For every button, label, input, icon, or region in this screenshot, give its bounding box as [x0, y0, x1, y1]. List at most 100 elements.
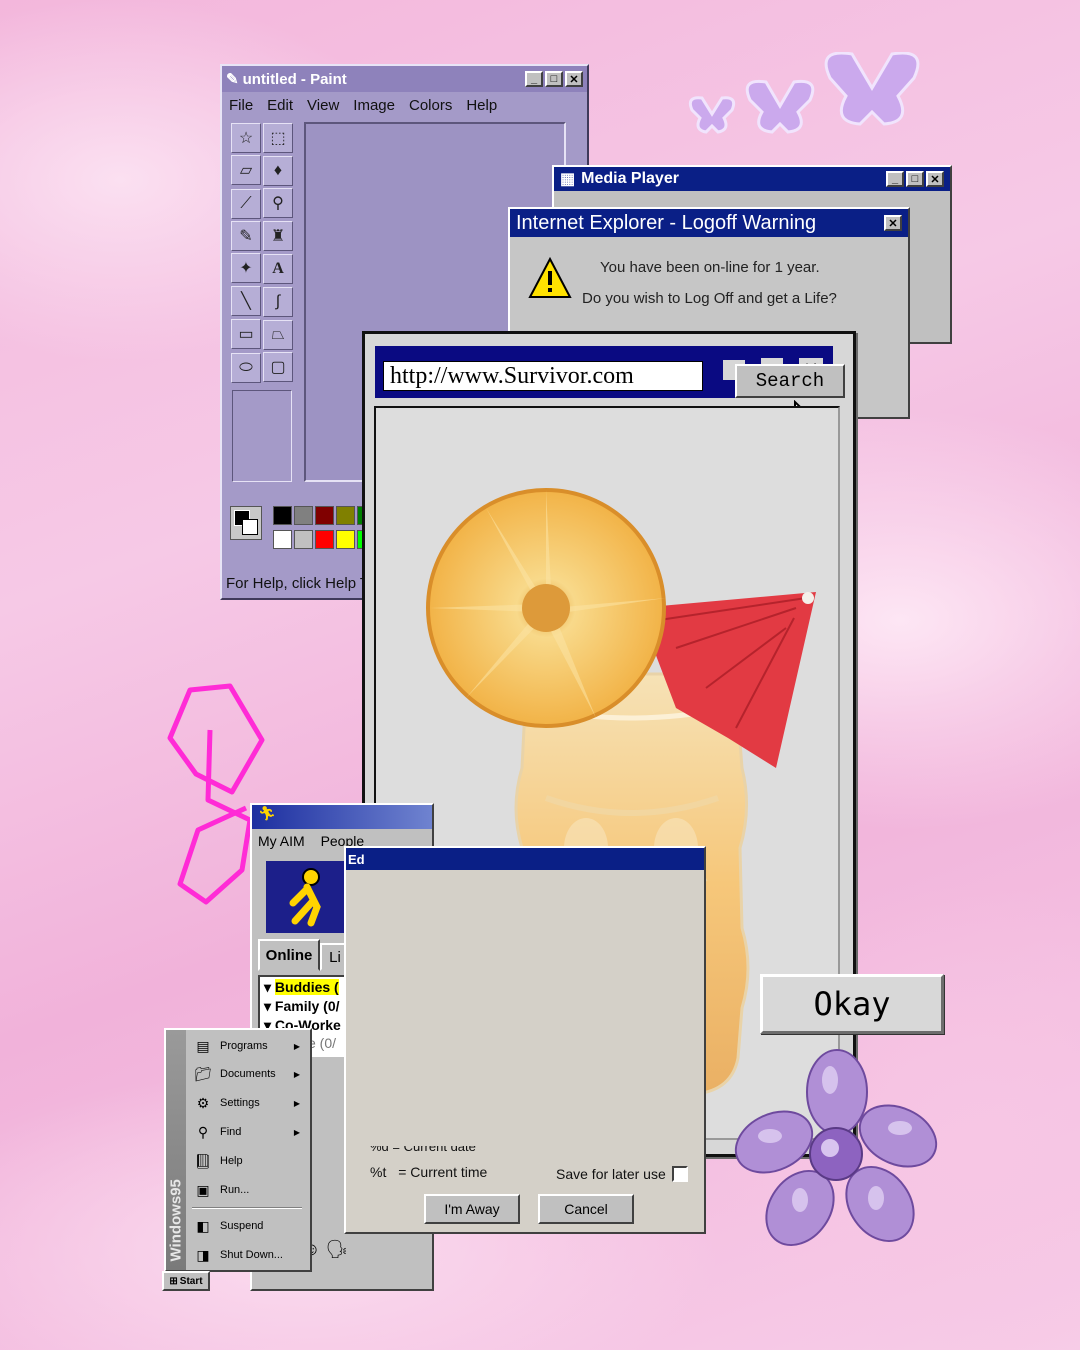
start-item-label: Shut Down...	[220, 1249, 283, 1261]
paint-title: untitled - Paint	[242, 70, 347, 88]
settings-icon: ⚙	[196, 1094, 210, 1111]
buddy-group-family: Family (0/	[274, 998, 340, 1014]
im-away-button[interactable]: I'm Away	[424, 1194, 520, 1224]
rounded-rect-icon[interactable]: ▢	[263, 352, 293, 382]
airbrush-icon[interactable]: ✦	[231, 253, 261, 283]
start-item-settings[interactable]: ⚙ Settings ▶	[192, 1089, 304, 1117]
start-item-documents[interactable]: 📁︎ Documents ▶	[192, 1060, 304, 1088]
away-dialog-titlebar: Ed	[346, 848, 704, 870]
warning-icon	[528, 257, 572, 298]
polygon-icon[interactable]: ⏢	[263, 320, 293, 350]
start-item-label: Help	[220, 1155, 243, 1167]
swatch[interactable]	[315, 530, 335, 549]
help-book-icon: 📕︎	[194, 1152, 212, 1169]
menu-view[interactable]: View	[307, 97, 339, 114]
menu-file[interactable]: File	[229, 97, 253, 114]
paint-toolbox: ☆ ⬚ ▱ ♦ ⟋ ⚲ ✎ ♜ ✦ A ╲ ∫ ▭ ⏢ ⬭ ▢	[230, 122, 298, 488]
menu-help[interactable]: Help	[466, 97, 497, 114]
okay-button[interactable]: Okay	[760, 974, 944, 1034]
cancel-button[interactable]: Cancel	[538, 1194, 634, 1224]
start-button-label: Start	[179, 1275, 203, 1287]
rectangle-icon[interactable]: ▭	[231, 319, 261, 349]
tool-options-box	[232, 390, 292, 482]
fill-bucket-icon[interactable]: ♦	[263, 156, 293, 186]
swatch[interactable]	[336, 530, 356, 549]
brush-icon[interactable]: ♜	[263, 221, 293, 251]
warning-message-line1: You have been on-line for 1 year.	[600, 259, 820, 276]
menu-colors[interactable]: Colors	[409, 97, 452, 114]
color-palette	[230, 506, 377, 554]
url-input[interactable]: http://www.Survivor.com	[383, 361, 703, 391]
paint-app-icon: ✎	[226, 71, 239, 88]
run-icon: ▣	[196, 1181, 210, 1198]
magnifier-icon[interactable]: ⚲	[263, 188, 293, 218]
start-item-run[interactable]: ▣ Run...	[192, 1176, 304, 1204]
start-item-label: Suspend	[220, 1220, 264, 1232]
shutdown-icon: ◨	[196, 1246, 210, 1263]
swatch[interactable]	[315, 506, 335, 525]
buddy-group-offline: e (0/	[308, 1035, 337, 1051]
maximize-button[interactable]: □	[906, 171, 924, 187]
swatch[interactable]	[273, 506, 293, 525]
logoff-warning-title: Internet Explorer - Logoff Warning	[516, 211, 817, 234]
tab-online[interactable]: Online	[258, 939, 320, 971]
free-select-icon[interactable]: ☆	[231, 123, 261, 153]
time-description: = Current time	[398, 1164, 488, 1180]
butterfly-icons	[688, 52, 920, 134]
submenu-arrow-icon: ▶	[293, 1069, 300, 1079]
find-icon: ⚲	[197, 1123, 209, 1140]
start-item-help[interactable]: 📕︎ Help	[192, 1147, 304, 1175]
swatch[interactable]	[273, 530, 293, 549]
swatch[interactable]	[294, 530, 314, 549]
pencil-icon[interactable]: ✎	[231, 221, 261, 251]
minimize-button[interactable]: _	[525, 71, 543, 87]
search-button[interactable]: Search	[735, 364, 845, 398]
aim-logo	[266, 861, 348, 933]
buddy-group-buddies: Buddies (	[274, 979, 339, 995]
start-item-shutdown[interactable]: ◨ Shut Down...	[192, 1241, 304, 1269]
start-item-programs[interactable]: ▤ Programs ▶	[192, 1032, 304, 1060]
save-later-checkbox[interactable]	[671, 1166, 688, 1182]
media-player-title: Media Player	[581, 170, 679, 187]
close-button[interactable]: ✕	[565, 71, 583, 87]
ellipse-icon[interactable]: ⬭	[231, 353, 261, 383]
aim-titlebar: 🏃︎	[252, 805, 432, 829]
rect-select-icon[interactable]: ⬚	[263, 123, 293, 153]
talk-icon[interactable]: 🗣︎	[325, 1239, 348, 1259]
save-later-label: Save for later use	[556, 1166, 666, 1182]
close-button[interactable]: ✕	[926, 171, 944, 187]
windows-flag-icon: ⊞	[169, 1275, 178, 1287]
swatch[interactable]	[336, 506, 356, 525]
close-button[interactable]: ✕	[884, 215, 902, 231]
menu-image[interactable]: Image	[353, 97, 395, 114]
maximize-button[interactable]: □	[545, 71, 563, 87]
logoff-warning-titlebar: Internet Explorer - Logoff Warning ✕	[510, 209, 908, 237]
menu-my-aim[interactable]: My AIM	[258, 833, 305, 849]
text-icon[interactable]: A	[263, 254, 293, 284]
swatch[interactable]	[294, 506, 314, 525]
placeholder-help-time: %t = Current time	[370, 1164, 487, 1180]
time-code: %t	[370, 1164, 387, 1180]
minimize-button[interactable]: _	[886, 171, 904, 187]
windows95-brand: Windows95	[167, 1179, 185, 1262]
start-item-suspend[interactable]: ◧ Suspend	[192, 1212, 304, 1240]
paint-titlebar: ✎ untitled - Paint _ □ ✕	[222, 66, 587, 92]
start-menu: Windows95 ▤ Programs ▶ 📁︎ Documents ▶ ⚙ Setti…	[164, 1028, 312, 1272]
start-item-label: Find	[220, 1126, 242, 1138]
submenu-arrow-icon: ▶	[293, 1041, 300, 1051]
suspend-icon: ◧	[196, 1217, 210, 1234]
menu-edit[interactable]: Edit	[267, 97, 293, 114]
placeholder-help-date: %d = Current date	[370, 1146, 476, 1154]
eraser-icon[interactable]: ▱	[231, 155, 261, 185]
start-item-label: Run...	[220, 1184, 250, 1196]
color-picker-icon[interactable]: ⟋	[231, 189, 261, 219]
documents-icon: 📁︎	[194, 1065, 212, 1082]
away-message-dialog: Ed %d = Current date %t = Current time S…	[344, 846, 706, 1234]
start-button[interactable]: ⊞ Start	[162, 1271, 210, 1291]
start-item-find[interactable]: ⚲ Find ▶	[192, 1118, 304, 1146]
start-menu-divider	[192, 1207, 302, 1209]
media-player-titlebar: ▦ Media Player _ □ ✕	[554, 167, 950, 191]
line-icon[interactable]: ╲	[231, 286, 261, 316]
curve-icon[interactable]: ∫	[263, 287, 293, 317]
programs-icon: ▤	[196, 1037, 210, 1054]
